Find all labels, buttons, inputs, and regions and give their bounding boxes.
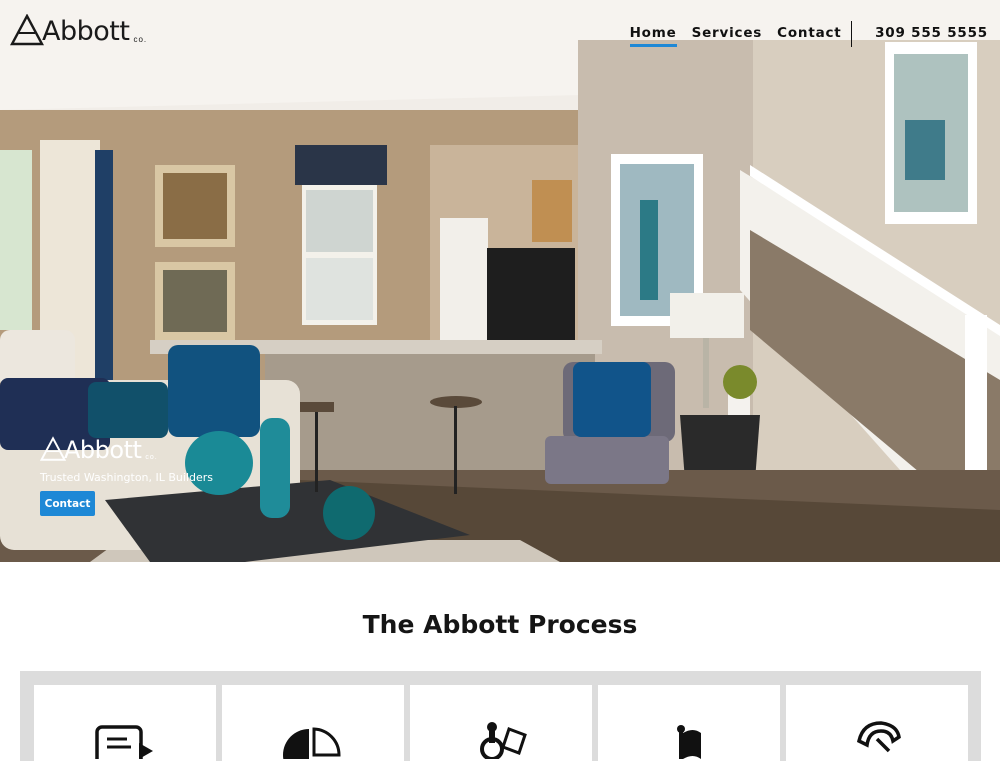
process-step-card-2[interactable] <box>222 685 404 765</box>
hero-logo-wordmark: Abbott <box>64 436 142 464</box>
hero-tagline: Trusted Washington, IL Builders <box>40 471 214 484</box>
logo-suffix: co. <box>133 35 148 44</box>
hero-logo: Abbott co. <box>40 435 158 463</box>
hero-section: Abbott co. Home Services Contact 309 555… <box>0 0 1000 562</box>
nav-phone-link[interactable]: 309 555 5555 <box>875 25 988 44</box>
nav-item-contact[interactable]: Contact <box>777 25 841 44</box>
process-step-card-3[interactable] <box>410 685 592 765</box>
flag-icon <box>677 725 701 759</box>
tools-icon <box>480 722 527 759</box>
logo-wordmark: Abbott <box>42 16 130 47</box>
main-nav: Home Services Contact 309 555 5555 <box>615 21 988 47</box>
pie-chart-icon <box>283 727 341 759</box>
document-icon <box>95 725 153 759</box>
logo-triangle-icon <box>10 14 44 46</box>
hero-logo-triangle-icon <box>40 436 66 461</box>
process-heading: The Abbott Process <box>362 610 638 639</box>
key-icon <box>856 721 901 753</box>
site-logo[interactable]: Abbott co. <box>10 14 147 46</box>
nav-item-home[interactable]: Home <box>629 25 677 47</box>
process-step-card-4[interactable] <box>598 685 780 765</box>
hero-logo-suffix: co. <box>145 454 158 461</box>
nav-item-services[interactable]: Services <box>692 25 763 44</box>
process-step-card-5[interactable] <box>786 685 968 765</box>
process-step-card-1[interactable] <box>34 685 216 765</box>
hero-contact-button[interactable]: Contact <box>40 491 95 516</box>
nav-divider <box>850 21 853 47</box>
